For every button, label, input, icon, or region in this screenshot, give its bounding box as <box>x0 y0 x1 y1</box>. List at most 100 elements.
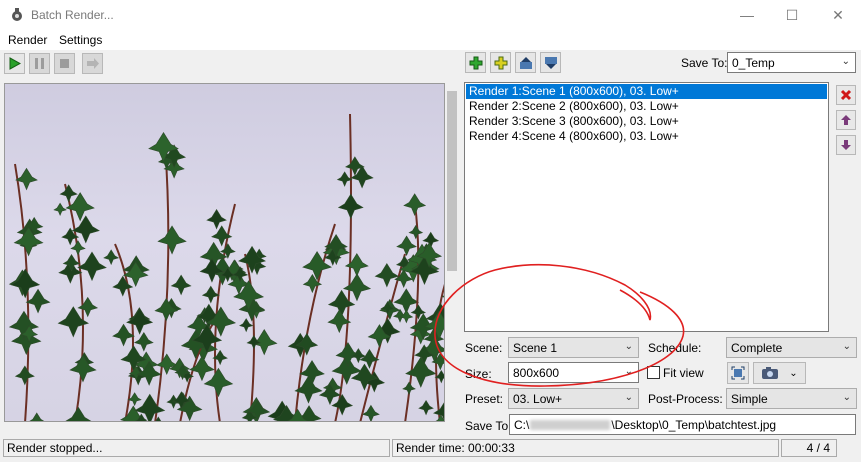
post-process-value: Simple <box>731 391 768 406</box>
ivy-leaf <box>327 289 356 318</box>
ivy-leaf <box>69 355 97 383</box>
export-icon <box>86 58 99 69</box>
ivy-leaf <box>359 348 380 369</box>
render-list[interactable]: Render 1:Scene 1 (800x600), 03. Low+ Ren… <box>464 82 829 332</box>
ivy-leaf <box>396 235 417 257</box>
camera-icon <box>762 367 779 379</box>
ivy-leaf <box>337 193 364 220</box>
camera-dropdown[interactable]: ⌄ <box>753 362 806 384</box>
window-title: Batch Render... <box>31 8 114 22</box>
list-item[interactable]: Render 4:Scene 4 (800x600), 03. Low+ <box>466 129 827 144</box>
ivy-leaf <box>155 353 178 376</box>
render-time: Render time: 00:00:33 <box>392 439 779 457</box>
ivy-leaf <box>154 297 179 322</box>
ivy-leaf <box>403 193 427 216</box>
app-icon <box>10 7 24 23</box>
scene-dropdown[interactable]: Scene 1 ⌄ <box>508 337 639 358</box>
list-move-down-button[interactable] <box>836 135 856 155</box>
schedule-value: Complete <box>731 340 783 355</box>
ivy-leaf <box>342 273 372 302</box>
save-to-value: 0_Temp <box>732 55 775 70</box>
list-item[interactable]: Render 2:Scene 2 (800x600), 03. Low+ <box>466 99 827 114</box>
chevron-down-icon: ⌄ <box>624 341 633 352</box>
arrow-up-icon <box>841 115 851 125</box>
ivy-leaf <box>408 224 424 240</box>
list-move-up-button[interactable] <box>836 110 856 130</box>
chevron-down-icon: ⌄ <box>842 392 851 403</box>
chevron-down-icon: ⌄ <box>842 341 851 352</box>
ivy-leaf <box>374 263 400 288</box>
maximize-icon[interactable]: ☐ <box>769 0 815 30</box>
size-dropdown[interactable]: 800x600 ⌄ <box>508 362 639 383</box>
chevron-down-icon: ⌄ <box>841 56 850 67</box>
chevron-down-icon: ⌄ <box>624 366 633 377</box>
arrow-down-icon <box>841 140 851 150</box>
fit-view-label[interactable]: Fit view <box>663 366 704 380</box>
pause-button[interactable] <box>29 53 50 74</box>
menu-bar <box>0 30 861 50</box>
ivy-leaf <box>157 225 187 255</box>
ivy-leaf <box>70 240 86 256</box>
ivy-leaf <box>53 202 67 217</box>
post-process-dropdown[interactable]: Simple ⌄ <box>726 388 857 409</box>
save-path-end: \Desktop\0_Temp\batchtest.jpg <box>611 417 777 432</box>
ivy-leaf <box>418 399 434 416</box>
list-item[interactable]: Render 1:Scene 1 (800x600), 03. Low+ <box>466 84 827 99</box>
save-to-dropdown[interactable]: 0_Temp ⌄ <box>727 52 856 73</box>
size-value: 800x600 <box>513 365 560 380</box>
ivy-leaf <box>14 365 35 386</box>
ivy-leaf <box>302 251 332 281</box>
ivy-leaf <box>112 323 135 347</box>
ivy-leaf <box>246 335 262 350</box>
preset-dropdown[interactable]: 03. Low+ ⌄ <box>508 388 639 409</box>
close-icon[interactable]: ✕ <box>815 0 861 30</box>
fit-view-checkbox[interactable] <box>647 366 660 379</box>
save-path-field[interactable]: C:\ \Desktop\0_Temp\batchtest.jpg <box>509 414 856 435</box>
scrollbar-thumb[interactable] <box>447 91 457 271</box>
ivy-leaf <box>155 416 162 421</box>
export-button[interactable] <box>82 53 103 74</box>
vine-stem <box>154 143 170 421</box>
delete-render-button[interactable] <box>836 85 856 105</box>
ivy-leaf <box>402 381 416 396</box>
menu-settings[interactable]: Settings <box>59 33 102 47</box>
fit-frame-button[interactable] <box>727 362 749 384</box>
ivy-leaf <box>10 268 41 299</box>
add-render-button[interactable] <box>465 52 486 73</box>
menu-render[interactable]: Render <box>8 33 47 47</box>
ivy-leaf <box>77 296 99 318</box>
play-button[interactable] <box>4 53 25 74</box>
minimize-icon[interactable]: — <box>724 0 770 30</box>
ivy-leaf <box>170 274 192 296</box>
scene-value: Scene 1 <box>513 340 558 355</box>
status-message: Render stopped... <box>3 439 390 457</box>
redacted-username <box>530 419 611 430</box>
progress-count: 4 / 4 <box>781 439 837 457</box>
add-icon <box>469 56 482 69</box>
save-path-label: Save To: <box>465 419 512 433</box>
schedule-dropdown[interactable]: Complete ⌄ <box>726 337 857 358</box>
preview-scrollbar[interactable] <box>445 83 459 422</box>
stop-button[interactable] <box>54 53 75 74</box>
move-up-icon <box>519 56 532 69</box>
preview-image <box>8 113 444 421</box>
post-process-label: Post-Process: <box>648 392 723 406</box>
render-preview <box>4 83 445 422</box>
ivy-leaf <box>103 249 120 266</box>
ivy-leaf <box>201 285 220 304</box>
ivy-leaf <box>239 318 254 333</box>
ivy-leaf <box>331 393 354 416</box>
play-icon <box>9 57 21 70</box>
ivy-leaf <box>77 251 107 282</box>
add-copy-button[interactable] <box>490 52 511 73</box>
ivy-leaf <box>189 355 215 382</box>
move-down-icon <box>544 56 557 69</box>
move-up-button[interactable] <box>515 52 536 73</box>
move-down-button[interactable] <box>540 52 561 73</box>
ivy-leaf <box>59 184 78 203</box>
add-copy-icon <box>494 56 507 69</box>
list-item[interactable]: Render 3:Scene 3 (800x600), 03. Low+ <box>466 114 827 129</box>
ivy-leaf <box>336 171 353 187</box>
ivy-leaf <box>203 367 234 398</box>
ivy-leaf <box>206 209 227 230</box>
